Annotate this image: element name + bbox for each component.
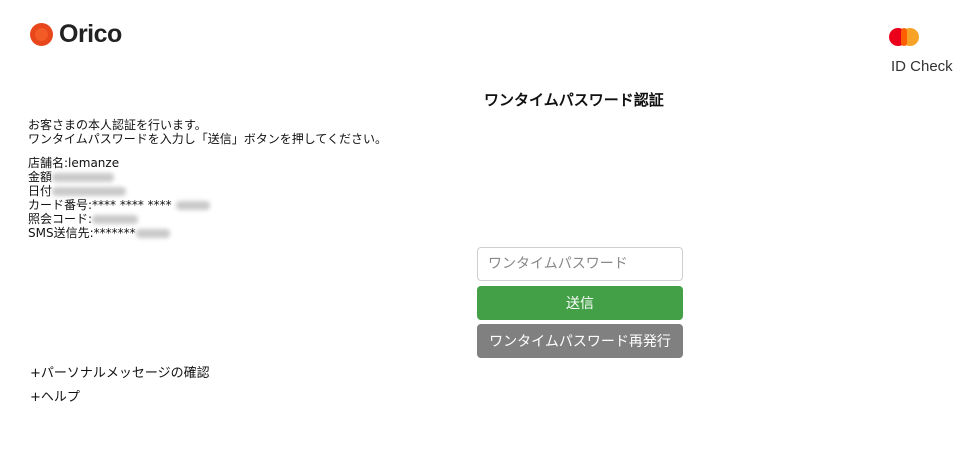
- page-title: ワンタイムパスワード認証: [484, 91, 664, 109]
- otp-input[interactable]: [477, 247, 683, 281]
- card-row: カード番号:**** **** ****: [28, 198, 210, 212]
- reference-row: 照会コード:: [28, 212, 210, 226]
- orico-logo-text: Orico: [59, 20, 122, 48]
- intro-line-2: ワンタイムパスワードを入力し「送信」ボタンを押してください。: [28, 131, 388, 146]
- orico-logo-mark: [30, 23, 53, 46]
- intro-text: お客さまの本人認証を行います。 ワンタイムパスワードを入力し「送信」ボタンを押し…: [28, 118, 388, 146]
- sms-value: *******: [93, 226, 136, 240]
- orico-logo: Orico: [30, 20, 122, 49]
- mastercard-logo-icon: [889, 28, 923, 46]
- reference-value-redacted: [92, 215, 139, 224]
- store-row: 店舗名:lemanze: [28, 156, 210, 170]
- sms-value-redacted: [135, 229, 170, 238]
- date-value-redacted: [52, 187, 127, 196]
- store-label: 店舗名:: [28, 156, 69, 170]
- resend-otp-button[interactable]: ワンタイムパスワード再発行: [477, 324, 683, 358]
- amount-value-redacted: [52, 173, 115, 182]
- sms-row: SMS送信先:*******: [28, 226, 210, 240]
- amount-label: 金額: [28, 170, 53, 184]
- reference-label: 照会コード:: [28, 212, 93, 226]
- card-last-digits-redacted: [175, 201, 210, 210]
- id-check-label: ID Check: [891, 58, 953, 75]
- date-row: 日付: [28, 184, 210, 198]
- store-value: lemanze: [68, 156, 120, 170]
- help-toggle[interactable]: +ヘルプ: [30, 386, 80, 405]
- card-value: **** **** ****: [92, 198, 172, 212]
- sms-label: SMS送信先:: [28, 226, 94, 240]
- personal-message-toggle[interactable]: +パーソナルメッセージの確認: [30, 362, 210, 381]
- amount-row: 金額: [28, 170, 210, 184]
- card-label: カード番号:: [28, 198, 93, 212]
- send-button[interactable]: 送信: [477, 286, 683, 320]
- date-label: 日付: [28, 184, 53, 198]
- intro-line-1: お客さまの本人認証を行います。: [28, 118, 207, 132]
- transaction-details: 店舗名:lemanze 金額 日付 カード番号:**** **** **** 照…: [28, 156, 210, 240]
